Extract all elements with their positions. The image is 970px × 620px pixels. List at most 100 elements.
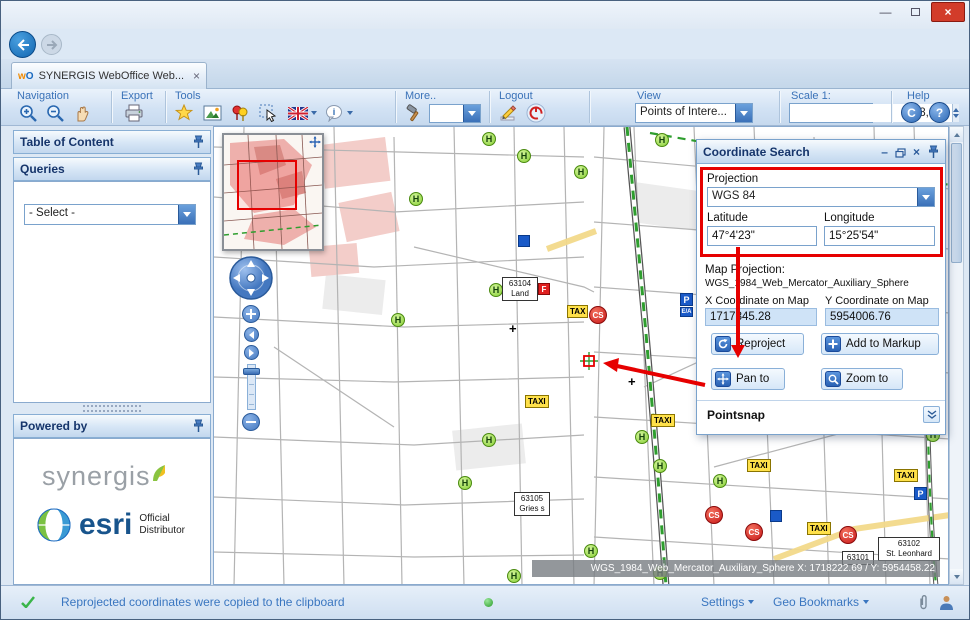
logout-button[interactable] — [525, 103, 547, 123]
taxi-marker[interactable]: TAX — [567, 305, 588, 318]
hospital-marker[interactable]: H — [653, 459, 667, 473]
hospital-marker[interactable]: H — [482, 433, 496, 447]
more-dropdown[interactable] — [429, 104, 481, 123]
esri-globe-icon — [36, 507, 72, 543]
hospital-marker[interactable]: H — [517, 149, 531, 163]
image-tool-button[interactable] — [201, 103, 223, 123]
vertical-scrollbar[interactable] — [949, 126, 964, 585]
panel-close-icon[interactable]: × — [913, 147, 920, 157]
overview-drag-icon[interactable] — [309, 136, 321, 148]
zoom-to-button[interactable]: Zoom to — [821, 368, 903, 390]
cs-marker[interactable]: CS — [745, 523, 763, 541]
hospital-marker[interactable]: H — [507, 569, 521, 583]
select-tool-button[interactable] — [257, 103, 279, 123]
toc-panel-header[interactable]: Table of Content — [13, 130, 211, 154]
pin-icon[interactable] — [928, 145, 939, 159]
scrollbar-thumb[interactable] — [951, 143, 962, 263]
help-button[interactable]: ? — [929, 102, 950, 123]
pin-icon[interactable] — [193, 162, 204, 176]
hospital-marker[interactable]: H — [409, 192, 423, 206]
scale-input[interactable] — [790, 104, 952, 122]
geo-bookmarks-menu[interactable]: Geo Bookmarks — [773, 595, 869, 609]
hospital-marker[interactable]: H — [482, 132, 496, 146]
attachment-paperclip-icon[interactable] — [917, 594, 929, 611]
sidebar-resize-handle[interactable] — [83, 405, 141, 412]
language-dropdown-icon[interactable] — [311, 111, 317, 115]
cs-marker[interactable]: CS — [589, 306, 607, 324]
pan-to-button[interactable]: Pan to — [711, 368, 785, 390]
blue-marker[interactable] — [770, 510, 782, 522]
scroll-up-button[interactable] — [950, 127, 963, 142]
blue-marker[interactable] — [518, 235, 530, 247]
more-tools-button[interactable] — [403, 103, 425, 123]
window-minimize-button[interactable]: — — [872, 2, 899, 22]
hospital-marker[interactable]: H — [713, 474, 727, 488]
cs-marker[interactable]: CS — [839, 526, 857, 544]
edit-session-button[interactable] — [497, 103, 519, 123]
pan-button[interactable] — [71, 103, 93, 123]
parking-sub-marker[interactable]: E/A — [680, 307, 693, 317]
parking-marker[interactable]: P — [914, 487, 927, 500]
hospital-marker[interactable]: H — [635, 430, 649, 444]
hospital-marker[interactable]: H — [391, 313, 405, 327]
reproject-button[interactable]: Reproject — [711, 333, 804, 355]
add-to-markup-button[interactable]: Add to Markup — [821, 333, 939, 355]
zoom-out-round-button[interactable] — [242, 413, 260, 431]
hospital-marker[interactable]: H — [584, 544, 598, 558]
user-profile-icon[interactable] — [939, 595, 954, 610]
scroll-down-button[interactable] — [950, 569, 963, 584]
pin-icon[interactable] — [193, 135, 204, 149]
next-extent-button[interactable] — [244, 345, 259, 360]
info-dropdown-icon[interactable] — [347, 111, 353, 115]
scale-spinner[interactable] — [952, 104, 959, 122]
previous-extent-button[interactable] — [244, 327, 259, 342]
fire-marker[interactable]: F — [538, 283, 550, 295]
pin-icon[interactable] — [193, 419, 204, 433]
hospital-marker[interactable]: H — [574, 165, 588, 179]
settings-menu[interactable]: Settings — [701, 595, 754, 609]
pan-compass[interactable] — [228, 255, 274, 301]
toolbar-group-export: Export — [121, 90, 153, 102]
taxi-marker[interactable]: TAXI — [807, 522, 831, 535]
context-help-button[interactable]: C — [901, 102, 922, 123]
language-button[interactable] — [287, 103, 309, 123]
print-button[interactable] — [123, 103, 145, 123]
zoom-out-button[interactable] — [44, 103, 66, 123]
panel-restore-icon[interactable] — [895, 148, 906, 158]
query-select-button[interactable] — [178, 205, 195, 224]
poi-tool-button[interactable] — [229, 103, 251, 123]
y-coordinate-field[interactable]: 5954006.76 — [825, 308, 939, 326]
pointsnap-expand-button[interactable] — [923, 406, 940, 423]
taxi-marker[interactable]: TAXI — [747, 459, 771, 472]
redlining-button[interactable] — [173, 103, 195, 123]
zoom-in-round-button[interactable] — [242, 305, 260, 323]
taxi-marker[interactable]: TAXI — [525, 395, 549, 408]
hospital-marker[interactable]: H — [489, 283, 503, 297]
tab-weboffice[interactable]: wO SYNERGIS WebOffice Web... × — [11, 62, 207, 89]
x-coordinate-field[interactable]: 1717845.28 — [705, 308, 817, 326]
zoom-slider-thumb[interactable] — [243, 368, 260, 375]
hospital-marker[interactable]: H — [655, 133, 669, 147]
parking-marker[interactable]: P — [680, 293, 693, 306]
panel-minimize-icon[interactable]: – — [881, 147, 888, 157]
taxi-marker[interactable]: TAXI — [894, 469, 918, 482]
overview-map[interactable] — [222, 133, 324, 251]
toolbar-separator — [489, 91, 490, 123]
info-tool-button[interactable]: i — [323, 103, 345, 123]
queries-panel-header[interactable]: Queries — [13, 157, 211, 181]
taxi-marker[interactable]: TAXI — [651, 414, 675, 427]
window-close-button[interactable]: × — [931, 2, 965, 22]
forward-button[interactable] — [41, 34, 62, 55]
back-button[interactable] — [9, 31, 36, 58]
cs-marker[interactable]: CS — [705, 506, 723, 524]
hospital-marker[interactable]: H — [458, 476, 472, 490]
query-select[interactable]: - Select - — [24, 204, 196, 225]
tab-close-icon[interactable]: × — [193, 69, 200, 83]
view-dropdown-button[interactable] — [735, 104, 752, 122]
window-maximize-button[interactable] — [902, 2, 929, 22]
zoom-in-button[interactable] — [17, 103, 39, 123]
powered-by-header[interactable]: Powered by — [13, 414, 211, 438]
coordinate-search-header[interactable]: Coordinate Search – × — [697, 140, 945, 164]
more-dropdown-button[interactable] — [463, 105, 480, 122]
view-dropdown[interactable]: Points of Intere... — [635, 103, 753, 123]
